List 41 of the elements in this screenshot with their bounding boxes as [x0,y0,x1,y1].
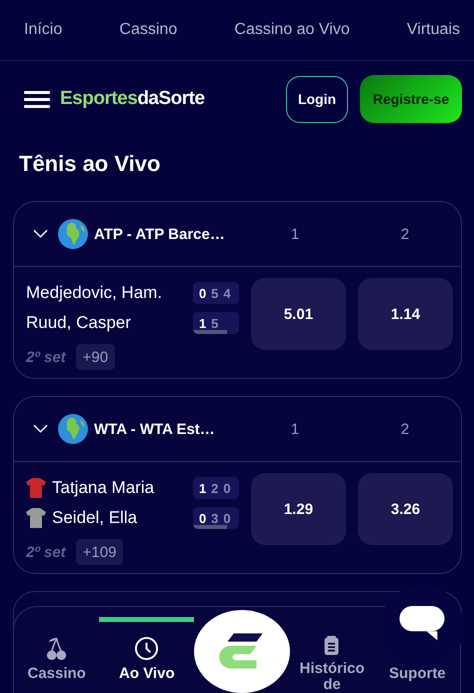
more-markets-button[interactable]: +90 [76,344,116,370]
nav-link[interactable]: Cassino ao Vivo [234,21,350,39]
column-header: 2 [400,420,410,438]
column-header: 2 [400,226,410,242]
nav-link[interactable]: Cassino [119,21,178,39]
odds-button[interactable]: 1.14 [358,278,453,350]
login-button[interactable]: Login [286,76,348,122]
nav-label[interactable]: Cassino [27,666,86,682]
globe-icon [58,414,88,444]
chevron-icon[interactable] [33,424,48,434]
column-header: 1 [290,226,300,242]
odds-button[interactable]: 3.26 [358,473,453,545]
league-name[interactable]: ATP - ATP Barce… [94,226,240,242]
score-box: 1 5 [192,312,239,334]
score-box: 0 5 4 [192,282,239,304]
score-box: 0 3 0 [192,507,239,529]
chevron-icon[interactable] [33,229,48,239]
logo[interactable]: EsportesdaSorte [60,88,286,110]
match-period: 2º set [26,544,66,560]
player-name: Tatjana Maria [52,478,156,498]
odds-button[interactable]: 5.01 [250,278,346,350]
league-name[interactable]: WTA - WTA Est… [94,420,240,438]
player-name: Seidel, Ella [52,508,138,528]
nav-label[interactable]: Ao Vivo [119,666,175,682]
register-button[interactable]: Registre-se [360,75,462,123]
column-header: 1 [290,420,300,438]
menu-icon[interactable] [24,90,50,108]
nav-label[interactable]: Suporte [388,666,446,682]
more-markets-button[interactable]: +109 [76,539,124,565]
nav-label[interactable]: Histórico de [289,661,375,693]
score-box: 1 2 0 [192,477,239,499]
player-name: Medjedovic, Ham. [26,283,164,303]
match-period: 2º set [26,348,66,366]
page-title: Tênis ao Vivo [19,151,162,177]
odds-button[interactable]: 1.29 [250,473,346,545]
nav-link[interactable]: Início [24,21,62,39]
player-name: Ruud, Casper [26,313,132,333]
nav-link[interactable]: Virtuais [406,21,460,39]
clock-icon[interactable] [134,636,160,661]
globe-icon [58,219,88,249]
chat-icon [399,606,445,642]
